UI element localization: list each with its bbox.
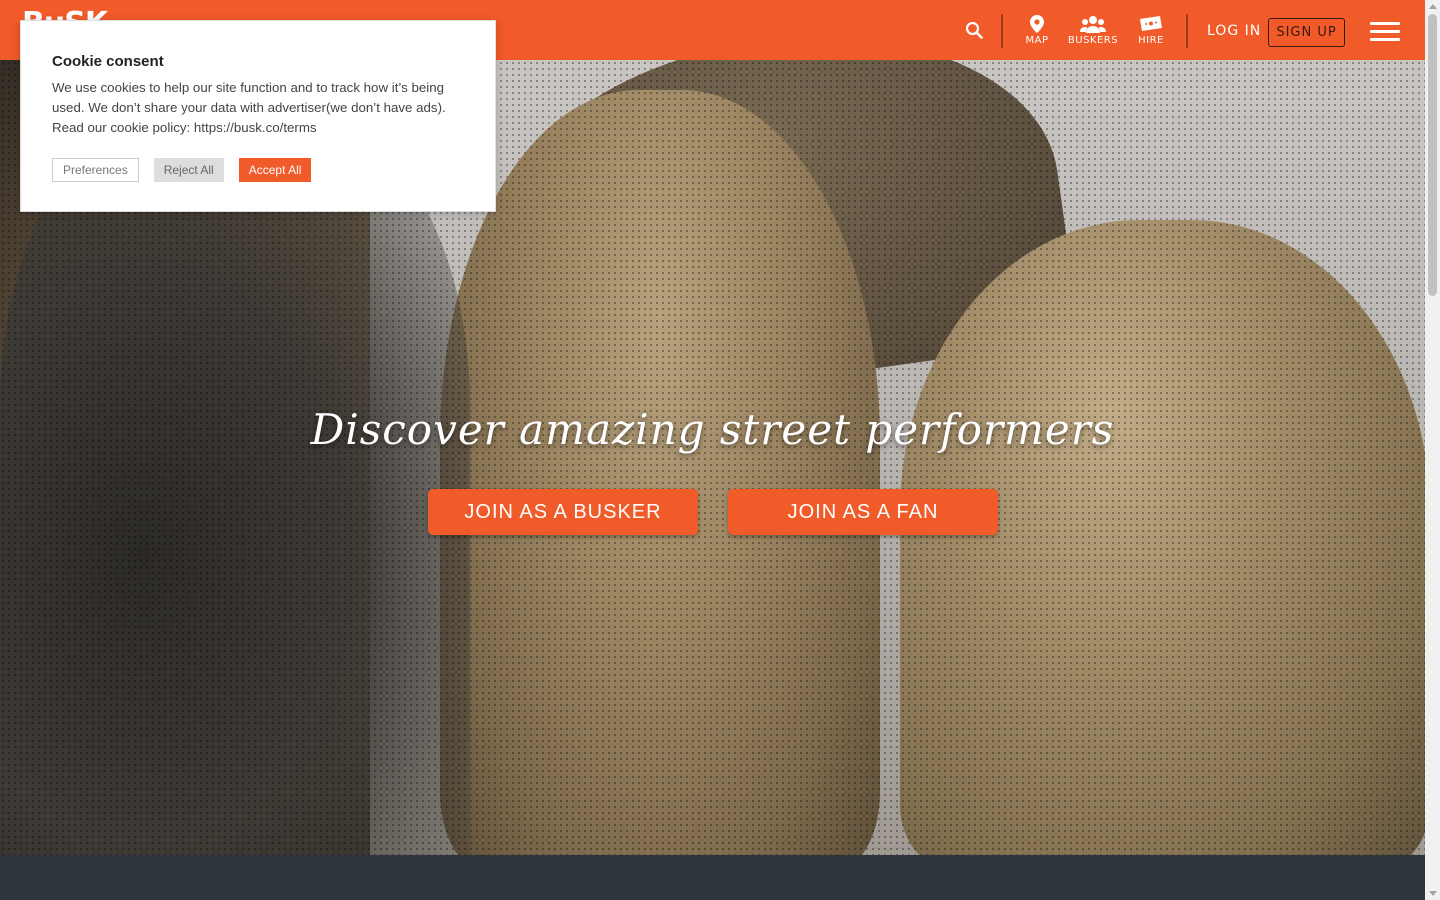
map-nav-label: MAP: [1025, 34, 1049, 46]
cookie-consent-title: Cookie consent: [52, 53, 164, 70]
search-icon: [965, 21, 983, 39]
join-as-fan-button[interactable]: JOIN AS A FAN: [728, 489, 998, 535]
hero-title: Discover amazing street performers: [310, 405, 1115, 454]
ticket-icon: [1140, 15, 1162, 31]
hamburger-icon-bar: [1370, 30, 1400, 33]
cookie-preferences-button[interactable]: Preferences: [52, 158, 139, 182]
scroll-down-arrow-icon[interactable]: [1429, 891, 1437, 896]
search-button[interactable]: [962, 0, 986, 60]
join-as-busker-button[interactable]: JOIN AS A BUSKER: [428, 489, 698, 535]
scroll-up-arrow-icon[interactable]: [1429, 4, 1437, 9]
sign-up-button[interactable]: SIGN UP: [1268, 18, 1345, 47]
cookie-consent-text: We use cookies to help our site function…: [52, 80, 446, 135]
cookie-consent-actions: Preferences Reject All Accept All: [52, 158, 312, 182]
map-pin-icon: [1030, 14, 1044, 33]
users-group-icon: [1080, 15, 1106, 33]
hire-nav-label: HIRE: [1138, 34, 1164, 46]
map-nav-button[interactable]: MAP: [1020, 0, 1054, 60]
buskers-nav-button[interactable]: BUSKERS: [1066, 0, 1120, 60]
hire-nav-button[interactable]: HIRE: [1134, 0, 1168, 60]
buskers-nav-label: BUSKERS: [1067, 34, 1119, 46]
hamburger-icon-bar: [1370, 38, 1400, 41]
scrollbar-thumb[interactable]: [1428, 14, 1437, 296]
cookie-consent-dialog: Cookie consent We use cookies to help ou…: [20, 20, 496, 212]
cookie-accept-all-button[interactable]: Accept All: [238, 158, 312, 182]
nav-divider: [1186, 14, 1188, 48]
cookie-reject-all-button[interactable]: Reject All: [153, 158, 224, 182]
hamburger-icon: [1370, 22, 1400, 25]
menu-button[interactable]: [1370, 22, 1400, 42]
log-in-link[interactable]: LOG IN: [1207, 23, 1261, 39]
nav-divider: [1001, 14, 1003, 48]
page-scrollbar[interactable]: [1425, 0, 1440, 900]
next-section-band: [0, 855, 1425, 900]
